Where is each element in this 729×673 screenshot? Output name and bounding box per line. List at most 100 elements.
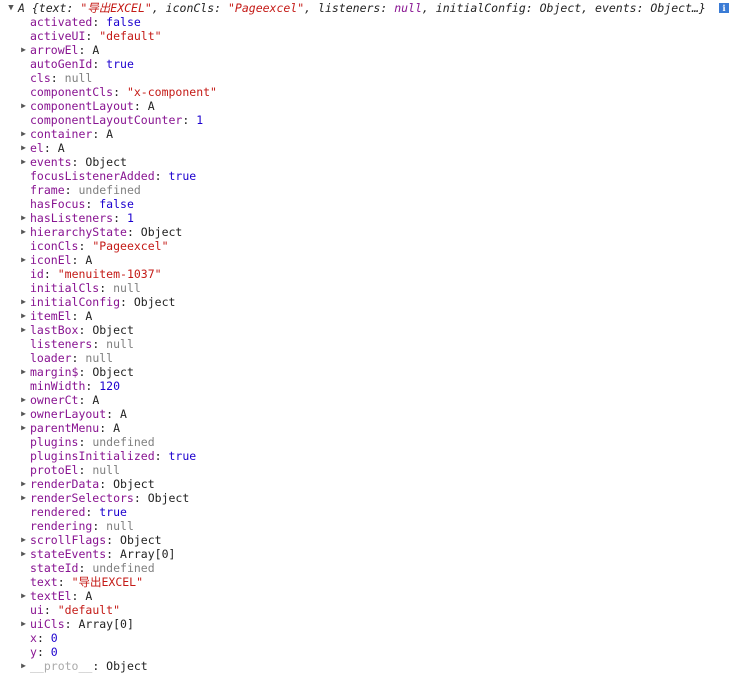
info-icon[interactable]: i: [719, 3, 729, 13]
property-row[interactable]: ▶ componentLayout: A: [0, 99, 729, 113]
property-entry: scrollFlags: Object: [30, 533, 162, 547]
property-row[interactable]: ▶ ownerCt: A: [0, 393, 729, 407]
property-row[interactable]: ▶ stateEvents: Array[0]: [0, 547, 729, 561]
property-key: x: [30, 631, 37, 645]
expand-triangle-icon[interactable]: ▶: [19, 141, 28, 155]
property-key: autoGenId: [30, 57, 93, 71]
property-entry: hasListeners: 1: [30, 211, 134, 225]
property-row[interactable]: ▶ ownerLayout: A: [0, 407, 729, 421]
property-separator: :: [78, 463, 93, 477]
property-row[interactable]: ▶ initialConfig: Object: [0, 295, 729, 309]
property-value: Object: [120, 533, 162, 547]
property-value: true: [106, 57, 134, 71]
property-row[interactable]: ▶ renderSelectors: Object: [0, 491, 729, 505]
property-separator: :: [43, 141, 58, 155]
expand-triangle-icon[interactable]: ▶: [19, 99, 28, 113]
property-separator: :: [71, 309, 86, 323]
property-entry: lastBox: Object: [30, 323, 134, 337]
property-row[interactable]: ▶ iconEl: A: [0, 253, 729, 267]
expand-triangle-icon[interactable]: ▶: [19, 295, 28, 309]
property-value: A: [147, 99, 155, 113]
expand-triangle-icon[interactable]: ▶: [19, 477, 28, 491]
property-entry: initialCls: null: [30, 281, 141, 295]
property-value: Object: [92, 323, 134, 337]
property-row: rendering: null: [0, 519, 729, 533]
property-row[interactable]: ▶ parentMenu: A: [0, 421, 729, 435]
summary-part: :: [214, 1, 228, 15]
object-summary[interactable]: A {text: "导出EXCEL", iconCls: "Pageexcel"…: [18, 1, 706, 15]
property-value: null: [113, 281, 141, 295]
property-row: stateId: undefined: [0, 561, 729, 575]
object-summary-row[interactable]: ▼ A {text: "导出EXCEL", iconCls: "Pageexce…: [0, 1, 729, 15]
property-row: cls: null: [0, 71, 729, 85]
expand-triangle-icon[interactable]: ▶: [19, 365, 28, 379]
property-row[interactable]: ▶ itemEl: A: [0, 309, 729, 323]
expand-triangle-icon[interactable]: ▶: [19, 617, 28, 631]
property-separator: :: [92, 15, 107, 29]
property-separator: :: [71, 589, 86, 603]
property-entry: arrowEl: A: [30, 43, 99, 57]
property-key: uiCls: [30, 617, 65, 631]
expand-triangle-icon[interactable]: ▶: [19, 211, 28, 225]
property-row[interactable]: ▶ lastBox: Object: [0, 323, 729, 337]
property-row[interactable]: ▶ margin$: Object: [0, 365, 729, 379]
expand-triangle-icon[interactable]: ▶: [19, 393, 28, 407]
property-key: minWidth: [30, 379, 86, 393]
property-value: "Pageexcel": [92, 239, 169, 253]
expand-triangle-icon[interactable]: ▶: [19, 491, 28, 505]
collapse-triangle-icon[interactable]: ▼: [6, 1, 16, 15]
property-value: 0: [50, 631, 58, 645]
property-separator: :: [64, 183, 79, 197]
property-row[interactable]: ▶ events: Object: [0, 155, 729, 169]
property-row[interactable]: ▶ uiCls: Array[0]: [0, 617, 729, 631]
property-separator: :: [106, 547, 121, 561]
property-value: A: [113, 421, 121, 435]
property-row[interactable]: ▶ textEl: A: [0, 589, 729, 603]
property-value: true: [168, 449, 197, 463]
property-key: y: [30, 645, 37, 659]
property-key: ownerCt: [30, 393, 79, 407]
property-value: A: [92, 393, 100, 407]
property-value: Object: [106, 659, 148, 673]
property-entry: minWidth: 120: [30, 379, 120, 393]
property-entry: x: 0: [30, 631, 58, 645]
property-row[interactable]: ▶ scrollFlags: Object: [0, 533, 729, 547]
property-key: loader: [30, 351, 72, 365]
property-row[interactable]: ▶ renderData: Object: [0, 477, 729, 491]
expand-triangle-icon[interactable]: ▶: [19, 547, 28, 561]
property-key: cls: [30, 71, 51, 85]
expand-triangle-icon[interactable]: ▶: [19, 533, 28, 547]
expand-triangle-icon[interactable]: ▶: [19, 155, 28, 169]
property-separator: :: [85, 197, 100, 211]
property-key: __proto__: [30, 659, 93, 673]
property-entry: componentLayout: A: [30, 99, 155, 113]
property-row[interactable]: ▶ __proto__: Object: [0, 659, 729, 673]
expand-triangle-icon[interactable]: ▶: [19, 225, 28, 239]
expand-triangle-icon[interactable]: ▶: [19, 407, 28, 421]
property-row[interactable]: ▶ el: A: [0, 141, 729, 155]
expand-triangle-icon[interactable]: ▶: [19, 323, 28, 337]
property-entry: text: "导出EXCEL": [30, 575, 143, 589]
property-key: hierarchyState: [30, 225, 127, 239]
property-entry: iconCls: "Pageexcel": [30, 239, 169, 253]
property-separator: :: [120, 295, 134, 309]
property-row[interactable]: ▶ hasListeners: 1: [0, 211, 729, 225]
property-row[interactable]: ▶ arrowEl: A: [0, 43, 729, 57]
property-row: iconCls: "Pageexcel": [0, 239, 729, 253]
expand-triangle-icon[interactable]: ▶: [19, 421, 28, 435]
expand-triangle-icon[interactable]: ▶: [19, 309, 28, 323]
property-entry: uiCls: Array[0]: [30, 617, 134, 631]
summary-part: "导出EXCEL": [80, 1, 152, 15]
property-key: initialCls: [30, 281, 100, 295]
property-row[interactable]: ▶ hierarchyState: Object: [0, 225, 729, 239]
expand-triangle-icon[interactable]: ▶: [19, 659, 28, 673]
expand-triangle-icon[interactable]: ▶: [19, 253, 28, 267]
expand-triangle-icon[interactable]: ▶: [19, 589, 28, 603]
expand-triangle-icon[interactable]: ▶: [19, 43, 28, 57]
summary-part: :: [380, 1, 395, 15]
property-value: "menuitem-1037": [57, 267, 162, 281]
summary-part: iconCls: [165, 1, 215, 15]
property-value: A: [120, 407, 127, 421]
expand-triangle-icon[interactable]: ▶: [19, 127, 28, 141]
property-row[interactable]: ▶ container: A: [0, 127, 729, 141]
